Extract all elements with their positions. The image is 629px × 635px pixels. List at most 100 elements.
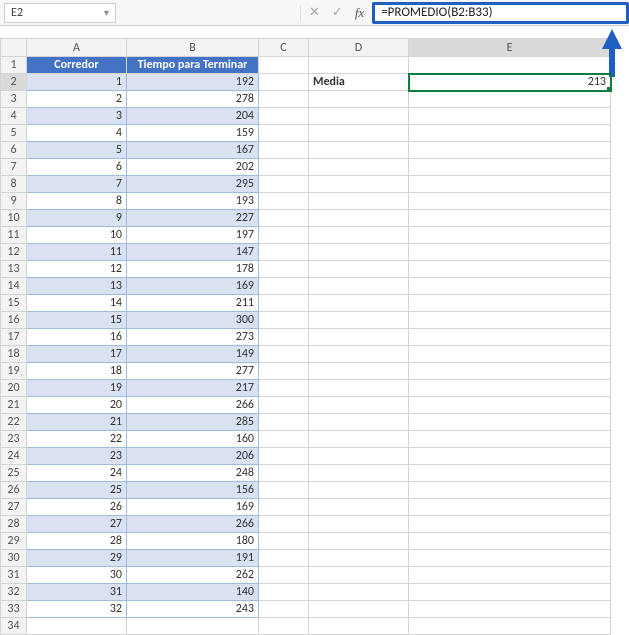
row-header[interactable]: 15 xyxy=(1,295,27,312)
cell[interactable]: 15 xyxy=(27,312,127,329)
cell[interactable]: 167 xyxy=(127,142,259,159)
cell[interactable] xyxy=(259,74,309,91)
row-header[interactable]: 16 xyxy=(1,312,27,329)
cell[interactable] xyxy=(309,295,409,312)
cell[interactable] xyxy=(259,295,309,312)
cell[interactable]: 149 xyxy=(127,346,259,363)
row-header[interactable]: 18 xyxy=(1,346,27,363)
row-header[interactable]: 5 xyxy=(1,125,27,142)
cell[interactable] xyxy=(409,125,611,142)
cell[interactable] xyxy=(259,312,309,329)
row-header[interactable]: 10 xyxy=(1,210,27,227)
row-header[interactable]: 26 xyxy=(1,482,27,499)
cell[interactable]: 5 xyxy=(27,142,127,159)
cell[interactable]: 1 xyxy=(27,74,127,91)
cell[interactable] xyxy=(409,312,611,329)
cell[interactable] xyxy=(259,380,309,397)
cell[interactable] xyxy=(27,618,127,635)
cell[interactable]: 13 xyxy=(27,278,127,295)
cell[interactable] xyxy=(409,397,611,414)
cell[interactable] xyxy=(259,176,309,193)
row-header[interactable]: 17 xyxy=(1,329,27,346)
cell[interactable] xyxy=(409,295,611,312)
cell[interactable] xyxy=(259,618,309,635)
cell[interactable] xyxy=(409,278,611,295)
cell[interactable]: 28 xyxy=(27,533,127,550)
cell[interactable] xyxy=(309,346,409,363)
cell[interactable]: Corredor xyxy=(27,57,127,74)
cell[interactable] xyxy=(309,448,409,465)
cell[interactable] xyxy=(409,431,611,448)
cell[interactable]: 197 xyxy=(127,227,259,244)
cell[interactable] xyxy=(259,142,309,159)
cell[interactable] xyxy=(309,414,409,431)
cell[interactable]: 26 xyxy=(27,499,127,516)
cell[interactable] xyxy=(259,91,309,108)
col-header-C[interactable]: C xyxy=(259,39,309,57)
cell[interactable] xyxy=(259,397,309,414)
cell[interactable] xyxy=(309,57,409,74)
selected-cell[interactable]: 213 xyxy=(409,74,611,91)
cell[interactable] xyxy=(259,278,309,295)
cell[interactable] xyxy=(259,227,309,244)
cell[interactable] xyxy=(309,533,409,550)
cell[interactable]: 29 xyxy=(27,550,127,567)
cell[interactable] xyxy=(259,363,309,380)
row-header[interactable]: 22 xyxy=(1,414,27,431)
cell[interactable] xyxy=(309,91,409,108)
cell[interactable] xyxy=(309,618,409,635)
col-header-D[interactable]: D xyxy=(309,39,409,57)
cell[interactable] xyxy=(309,244,409,261)
cell[interactable] xyxy=(309,550,409,567)
row-header[interactable]: 1 xyxy=(1,57,27,74)
row-header[interactable]: 13 xyxy=(1,261,27,278)
cell[interactable]: 285 xyxy=(127,414,259,431)
row-header[interactable]: 24 xyxy=(1,448,27,465)
row-header[interactable]: 28 xyxy=(1,516,27,533)
cell[interactable] xyxy=(409,176,611,193)
cell[interactable] xyxy=(259,193,309,210)
cell[interactable]: 278 xyxy=(127,91,259,108)
cell[interactable] xyxy=(309,312,409,329)
cell[interactable]: 25 xyxy=(27,482,127,499)
cell[interactable]: 27 xyxy=(27,516,127,533)
cell[interactable] xyxy=(309,193,409,210)
cell[interactable]: 8 xyxy=(27,193,127,210)
row-header[interactable]: 3 xyxy=(1,91,27,108)
row-header[interactable]: 14 xyxy=(1,278,27,295)
cell[interactable]: 147 xyxy=(127,244,259,261)
enter-icon[interactable]: ✓ xyxy=(332,5,343,20)
row-header[interactable]: 29 xyxy=(1,533,27,550)
cell[interactable] xyxy=(409,533,611,550)
cell[interactable]: 19 xyxy=(27,380,127,397)
cell[interactable] xyxy=(259,448,309,465)
fx-icon[interactable]: fx xyxy=(355,5,364,21)
cell[interactable]: 9 xyxy=(27,210,127,227)
cell[interactable]: 243 xyxy=(127,601,259,618)
cell[interactable] xyxy=(409,329,611,346)
cell[interactable]: Tiempo para Terminar xyxy=(127,57,259,74)
cell[interactable] xyxy=(309,227,409,244)
row-header[interactable]: 31 xyxy=(1,567,27,584)
cell[interactable]: 24 xyxy=(27,465,127,482)
cell[interactable] xyxy=(259,329,309,346)
cell[interactable]: 266 xyxy=(127,516,259,533)
row-header[interactable]: 21 xyxy=(1,397,27,414)
cell[interactable]: 18 xyxy=(27,363,127,380)
cell[interactable]: 192 xyxy=(127,74,259,91)
cell[interactable] xyxy=(259,261,309,278)
cell[interactable] xyxy=(309,431,409,448)
cell[interactable]: 277 xyxy=(127,363,259,380)
cell[interactable] xyxy=(309,278,409,295)
cell[interactable] xyxy=(409,363,611,380)
row-header[interactable]: 11 xyxy=(1,227,27,244)
cell[interactable]: 7 xyxy=(27,176,127,193)
cell[interactable] xyxy=(409,108,611,125)
cell[interactable] xyxy=(309,261,409,278)
cell[interactable]: 202 xyxy=(127,159,259,176)
cell[interactable]: 16 xyxy=(27,329,127,346)
cell[interactable]: 180 xyxy=(127,533,259,550)
cell[interactable] xyxy=(259,533,309,550)
cell[interactable] xyxy=(409,414,611,431)
cell[interactable] xyxy=(409,601,611,618)
